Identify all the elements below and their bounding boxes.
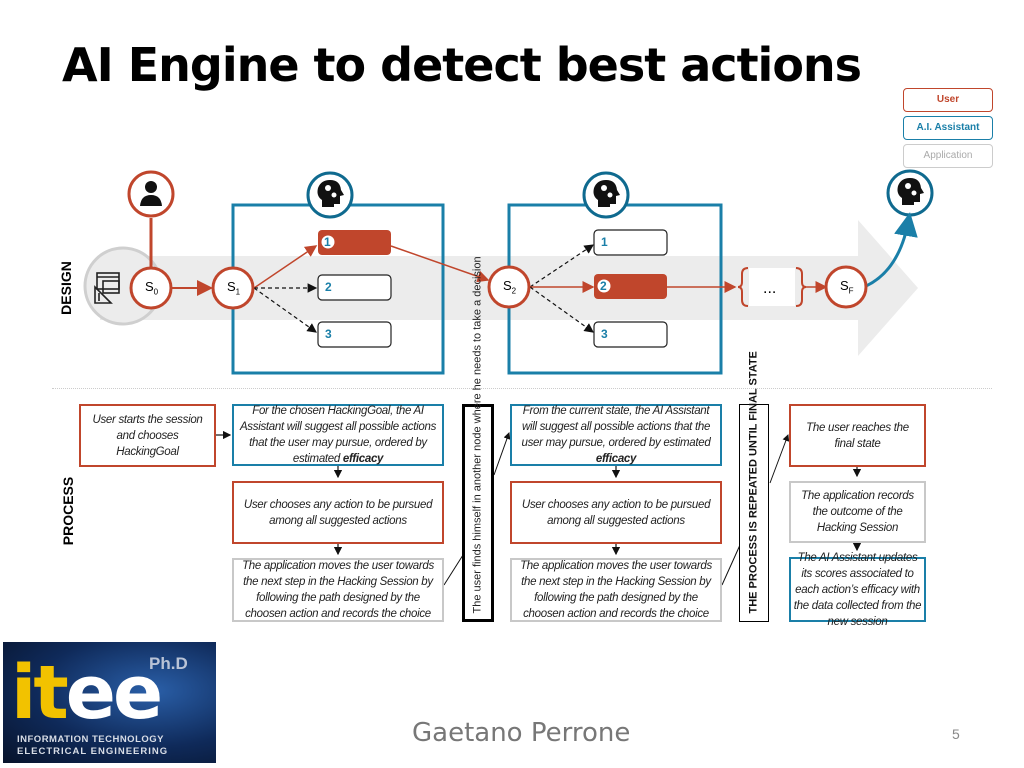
repeat-note-text: THE PROCESS IS REPEATED UNTIL FINAL STAT… [747,351,760,614]
action-g2-3-num: 3 [601,327,608,341]
user-icon-circle [127,170,175,218]
slide-title: AI Engine to detect best actions [62,38,862,92]
state-s1-label: S1 [227,279,241,297]
final-record-box: The application records the outcome of t… [789,481,926,543]
legend-user: User [903,88,993,112]
action-g2-2-num: 2 [600,279,607,293]
action-g1-2-num: 2 [325,280,332,294]
logo-main: itee [11,650,163,736]
start-session-box: User starts the session and chooses Hack… [79,404,216,467]
ai-suggest-box-1: For the chosen HackingGoal, the AI Assis… [232,404,444,466]
logo-line2: ELECTRICAL ENGINEERING [17,746,169,757]
legend-ai-assistant: A.I. Assistant [903,116,993,140]
action-g2-1-num: 1 [601,235,608,249]
section-divider [52,388,992,389]
action-g1-3-num: 3 [325,327,332,341]
app-move-box-1: The application moves the user towards t… [232,558,444,622]
state-s0-label: S0 [145,279,159,297]
app-move-box-2: The application moves the user towards t… [510,558,722,622]
ellipsis-label: ... [763,280,777,297]
user-choose-box-1: User chooses any action to be pursued am… [232,481,444,544]
ai-brain-gears-icon-3 [886,169,934,217]
ai-brain-gears-icon-1 [306,171,354,219]
final-reach-box: The user reaches the final state [789,404,926,467]
ai-brain-gears-icon-2 [582,171,630,219]
design-label: DESIGN [58,261,74,315]
node-note-text: The user finds himself in another node w… [471,256,484,614]
final-update-box: The AI Assistant updates its scores asso… [789,552,926,628]
logo-line1: INFORMATION TECHNOLOGY [17,734,164,745]
itee-phd-logo: Ph.D itee INFORMATION TECHNOLOGY ELECTRI… [3,642,216,763]
page-number: 5 [952,726,960,742]
footer-author: Gaetano Perrone [412,718,631,748]
state-s2-label: S2 [503,278,517,296]
ai-suggest-box-2: From the current state, the AI Assistant… [510,404,722,466]
state-sf-label: SF [840,278,854,296]
action-g1-1-num: 1 [324,235,331,249]
user-choose-box-2: User chooses any action to be pursued am… [510,481,722,544]
design-diagram [83,169,934,375]
